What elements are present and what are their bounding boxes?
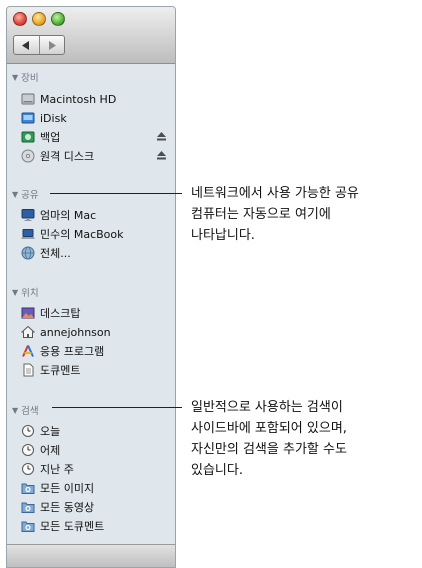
sidebar-item-label: Macintosh HD	[40, 92, 117, 106]
disclosure-triangle-icon: ▼	[12, 405, 19, 415]
sidebar-item-label: 도큐멘트	[40, 364, 81, 377]
imac-icon	[21, 208, 35, 222]
sidebar-item-label: 응용 프로그램	[40, 345, 105, 358]
sidebar-item-idisk[interactable]: iDisk	[21, 109, 175, 127]
sidebar-item-label: annejohnson	[40, 325, 111, 339]
hard-drive-icon	[21, 92, 35, 106]
sidebar-item-moms-mac[interactable]: 엄마의 Mac	[21, 206, 175, 224]
title-bar	[7, 7, 175, 64]
sidebar-item-label: 모든 도큐멘트	[40, 520, 105, 533]
minimize-button[interactable]	[32, 12, 46, 26]
macbook-icon	[21, 227, 35, 241]
finder-window: ▼ 장비 Macintosh HD iDisk 백업 원격 디스크 ▼ 공유 엄…	[6, 6, 176, 568]
sidebar-item-macintosh-hd[interactable]: Macintosh HD	[21, 90, 175, 108]
back-button[interactable]	[14, 36, 39, 54]
clock-icon	[21, 462, 35, 476]
sidebar-item-desktop[interactable]: 데스크탑	[21, 304, 175, 322]
sidebar-item-label: 전체...	[40, 247, 71, 260]
sidebar-item-backup[interactable]: 백업	[21, 128, 175, 146]
eject-icon[interactable]	[156, 131, 167, 142]
callout-line: 일반적으로 사용하는 검색이	[191, 400, 343, 415]
sidebar-item-all-movies[interactable]: 모든 동영상	[21, 498, 175, 516]
callout-line: 네트워크에서 사용 가능한 공유	[191, 186, 359, 201]
callout-shared: 네트워크에서 사용 가능한 공유 컴퓨터는 자동으로 여기에 나타납니다.	[191, 183, 417, 246]
sidebar-item-applications[interactable]: 응용 프로그램	[21, 342, 175, 360]
close-button[interactable]	[13, 12, 27, 26]
sidebar-item-label: 모든 동영상	[40, 501, 95, 514]
sidebar-item-minsu-macbook[interactable]: 민수의 MacBook	[21, 225, 175, 243]
sidebar-item-label: 민수의 MacBook	[40, 228, 124, 241]
callout-line: 있습니다.	[191, 463, 243, 478]
applications-icon	[21, 344, 35, 358]
section-title: 장비	[21, 73, 39, 84]
home-icon	[20, 325, 36, 339]
sidebar-item-remote-disc[interactable]: 원격 디스크	[21, 147, 175, 165]
forward-arrow-icon	[48, 40, 56, 50]
section-title: 검색	[21, 406, 39, 417]
sidebar-item-yesterday[interactable]: 어제	[21, 441, 175, 459]
desktop-icon	[21, 306, 35, 320]
section-title: 공유	[21, 190, 39, 201]
smart-folder-icon	[21, 481, 35, 495]
remote-disc-icon	[21, 149, 35, 163]
callout-search: 일반적으로 사용하는 검색이 사이드바에 포함되어 있으며, 자신만의 검색을 …	[191, 397, 417, 481]
callout-line: 사이드바에 포함되어 있으며,	[191, 421, 347, 436]
sidebar-item-label: 엄마의 Mac	[40, 209, 97, 222]
idisk-icon	[21, 111, 35, 125]
clock-icon	[21, 424, 35, 438]
sidebar-item-past-week[interactable]: 지난 주	[21, 460, 175, 478]
sidebar-item-label: 어제	[40, 444, 61, 457]
documents-icon	[21, 363, 35, 377]
section-header-places[interactable]: ▼ 위치	[7, 285, 175, 300]
callout-leader-shared	[50, 193, 182, 194]
eject-icon[interactable]	[156, 150, 167, 161]
callout-line: 컴퓨터는 자동으로 여기에	[191, 207, 331, 222]
forward-button[interactable]	[38, 36, 65, 54]
sidebar-item-home[interactable]: annejohnson	[20, 323, 175, 341]
sidebar-item-today[interactable]: 오늘	[21, 422, 175, 440]
sidebar: ▼ 장비 Macintosh HD iDisk 백업 원격 디스크 ▼ 공유 엄…	[7, 64, 175, 545]
callout-leader-search	[52, 407, 182, 408]
section-header-devices[interactable]: ▼ 장비	[7, 70, 175, 85]
network-icon	[21, 246, 35, 260]
disclosure-triangle-icon: ▼	[12, 287, 19, 297]
sidebar-item-label: 모든 이미지	[40, 482, 95, 495]
back-forward-control	[13, 35, 65, 55]
section-title: 위치	[21, 288, 39, 299]
callout-line: 나타납니다.	[191, 228, 255, 243]
backup-disk-icon	[21, 130, 35, 144]
back-arrow-icon	[22, 40, 30, 50]
sidebar-item-label: 지난 주	[40, 463, 74, 476]
disclosure-triangle-icon: ▼	[12, 189, 19, 199]
sidebar-item-all-shared[interactable]: 전체...	[21, 244, 175, 262]
sidebar-item-label: 데스크탑	[40, 307, 81, 320]
zoom-button[interactable]	[51, 12, 65, 26]
section-header-search[interactable]: ▼ 검색	[7, 403, 175, 418]
sidebar-item-label: 원격 디스크	[40, 150, 95, 163]
smart-folder-icon	[21, 500, 35, 514]
disclosure-triangle-icon: ▼	[12, 72, 19, 82]
callout-line: 자신만의 검색을 추가할 수도	[191, 442, 347, 457]
sidebar-item-documents[interactable]: 도큐멘트	[21, 361, 175, 379]
smart-folder-icon	[21, 519, 35, 533]
bottom-bar	[7, 544, 175, 567]
sidebar-item-label: 백업	[40, 131, 61, 144]
sidebar-item-label: iDisk	[40, 111, 67, 125]
sidebar-item-label: 오늘	[40, 425, 61, 438]
sidebar-item-all-images[interactable]: 모든 이미지	[21, 479, 175, 497]
section-header-shared[interactable]: ▼ 공유	[7, 187, 175, 202]
clock-icon	[21, 443, 35, 457]
sidebar-item-all-documents[interactable]: 모든 도큐멘트	[21, 517, 175, 535]
